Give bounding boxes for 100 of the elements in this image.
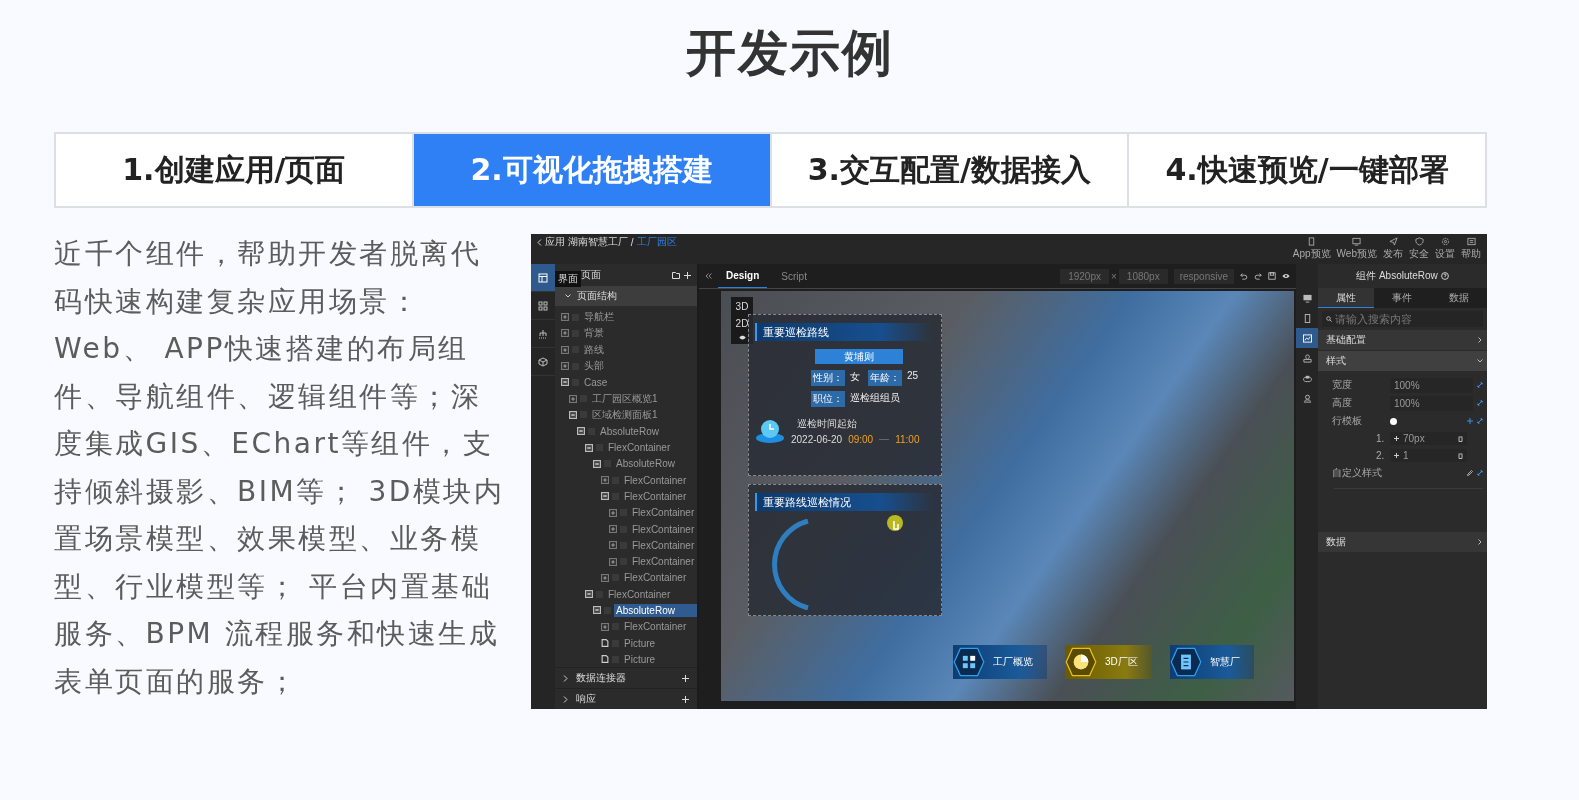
cube-icon bbox=[538, 356, 548, 367]
chevron-right-icon[interactable] bbox=[563, 695, 568, 703]
tree-item[interactable]: 导航栏 bbox=[582, 309, 616, 326]
tree-section-header[interactable]: 页面结构 bbox=[555, 286, 697, 306]
tree-item[interactable]: FlexContainer bbox=[606, 587, 673, 601]
tree-item[interactable]: 区域检测面板1 bbox=[590, 406, 660, 423]
tree-item[interactable]: Case bbox=[582, 375, 610, 389]
breadcrumb-current[interactable]: 工厂园区 bbox=[636, 235, 677, 249]
toolbar-button[interactable]: 发布 bbox=[1383, 237, 1403, 261]
expand-icon[interactable] bbox=[561, 362, 569, 371]
help-icon[interactable] bbox=[1440, 272, 1449, 280]
expand-icon[interactable] bbox=[609, 508, 617, 517]
eye-icon[interactable] bbox=[738, 335, 746, 340]
expand-icon[interactable] bbox=[601, 476, 609, 485]
property-field[interactable]: 100% bbox=[1390, 395, 1473, 411]
orbit-icon bbox=[1302, 373, 1312, 383]
tree-icon bbox=[538, 328, 548, 339]
property-label: 高度 bbox=[1332, 396, 1353, 410]
tree-item[interactable]: 路线 bbox=[582, 341, 606, 358]
expand-icon[interactable] bbox=[609, 525, 617, 533]
chevron-right-icon[interactable] bbox=[563, 674, 568, 682]
nav-button[interactable]: 3D厂区 bbox=[1065, 645, 1152, 679]
inspector-tab[interactable]: 数据 bbox=[1430, 288, 1487, 308]
collapse-icon[interactable] bbox=[577, 427, 585, 436]
section-title[interactable]: 响应 bbox=[576, 692, 682, 706]
tree-item[interactable]: 背景 bbox=[582, 325, 606, 342]
template-row-field[interactable]: 1 bbox=[1390, 449, 1467, 462]
toolbar-button[interactable]: 安全 bbox=[1409, 237, 1429, 261]
collapse-icon[interactable] bbox=[601, 492, 609, 501]
chart-view-button[interactable] bbox=[1296, 328, 1318, 348]
back-icon[interactable] bbox=[537, 238, 542, 246]
tree-item[interactable]: AbsoluteRow bbox=[614, 604, 697, 617]
section-header[interactable]: 基础配置 bbox=[1318, 330, 1487, 350]
tree-item[interactable]: FlexContainer bbox=[622, 620, 689, 634]
tree-item[interactable]: 工厂园区概览1 bbox=[590, 390, 660, 407]
mode-dropdown[interactable]: responsive bbox=[1173, 268, 1234, 284]
expand-icon[interactable] bbox=[561, 313, 569, 322]
height-field[interactable]: 1080px bbox=[1118, 268, 1168, 284]
undo-icon[interactable] bbox=[1240, 272, 1248, 280]
template-row-field[interactable]: 70px bbox=[1390, 432, 1467, 445]
tree-item[interactable]: FlexContainer bbox=[622, 571, 689, 585]
step-tab[interactable]: 4.快速预览/一键部署 bbox=[1127, 134, 1485, 206]
collapse-icon[interactable] bbox=[561, 378, 569, 387]
expand-icon[interactable] bbox=[569, 394, 577, 403]
redo-icon[interactable] bbox=[1254, 272, 1262, 280]
width-field[interactable]: 1920px bbox=[1060, 268, 1109, 284]
collapse-left-icon[interactable] bbox=[705, 273, 712, 279]
tree-item[interactable]: FlexContainer bbox=[630, 538, 697, 552]
folder-icon[interactable] bbox=[672, 271, 680, 279]
step-tab[interactable]: 3.交互配置/数据接入 bbox=[769, 134, 1128, 206]
tree-item[interactable]: FlexContainer bbox=[622, 489, 689, 503]
section-header[interactable]: 数据 bbox=[1318, 532, 1487, 552]
panel-title: 页面 bbox=[581, 268, 601, 282]
collapse-icon[interactable] bbox=[593, 606, 601, 615]
collapse-icon[interactable] bbox=[585, 443, 593, 452]
view-mode-button[interactable]: 2D bbox=[735, 318, 749, 329]
tree-item[interactable]: FlexContainer bbox=[630, 522, 697, 536]
step-tab[interactable]: 2.可视化拖拽搭建 bbox=[411, 134, 770, 206]
collapse-icon[interactable] bbox=[585, 590, 593, 599]
pencil-icon[interactable] bbox=[1467, 470, 1473, 476]
expand-icon[interactable] bbox=[561, 329, 569, 338]
property-field[interactable]: 100% bbox=[1390, 377, 1473, 393]
tree-item[interactable]: AbsoluteRow bbox=[598, 424, 661, 438]
step-tab[interactable]: 1.创建应用/页面 bbox=[56, 134, 412, 206]
tree-item[interactable]: FlexContainer bbox=[606, 441, 673, 454]
tree-item[interactable]: 头部 bbox=[582, 358, 606, 375]
expand-icon[interactable] bbox=[601, 573, 609, 582]
section-header[interactable]: 样式 bbox=[1318, 351, 1487, 371]
nav-button[interactable]: 智慧厂 bbox=[1169, 645, 1254, 679]
toolbar-button[interactable]: 帮助 bbox=[1461, 237, 1481, 261]
toolbar-button[interactable]: Web预览 bbox=[1336, 237, 1377, 261]
expand-icon[interactable] bbox=[609, 557, 617, 566]
tree-item[interactable]: Picture bbox=[622, 652, 658, 666]
toolbar-button[interactable]: App预览 bbox=[1292, 237, 1331, 261]
link-icon[interactable] bbox=[1477, 382, 1483, 388]
inspector-tab[interactable]: 事件 bbox=[1374, 288, 1431, 308]
expand-icon[interactable] bbox=[561, 345, 569, 354]
nav-button[interactable]: 工厂概览 bbox=[953, 645, 1047, 679]
tree-item[interactable]: AbsoluteRow bbox=[614, 457, 677, 471]
view-mode-button[interactable]: 3D bbox=[735, 301, 749, 312]
link-icon[interactable] bbox=[1477, 470, 1483, 476]
toolbar-button[interactable]: 设置 bbox=[1435, 237, 1455, 261]
link-icon[interactable] bbox=[1477, 400, 1483, 406]
tree-item[interactable]: FlexContainer bbox=[622, 473, 689, 487]
collapse-icon[interactable] bbox=[569, 410, 577, 419]
editor-tab[interactable]: Design bbox=[718, 264, 768, 288]
expand-icon[interactable] bbox=[601, 622, 609, 631]
section-title[interactable]: 数据连接器 bbox=[576, 671, 682, 685]
tree-item[interactable]: FlexContainer bbox=[630, 506, 697, 520]
save-icon[interactable] bbox=[1268, 272, 1276, 280]
breadcrumb-link[interactable]: 应用 湖南智慧工厂 bbox=[545, 235, 628, 249]
property-label: 行模板 bbox=[1332, 414, 1363, 428]
tree-item[interactable]: Picture bbox=[622, 636, 658, 650]
expand-icon[interactable] bbox=[609, 541, 617, 550]
preview-eye-icon[interactable] bbox=[1282, 272, 1290, 280]
link-icon[interactable] bbox=[1477, 418, 1483, 424]
editor-tab[interactable]: Script bbox=[773, 264, 815, 288]
tree-item[interactable]: FlexContainer bbox=[630, 555, 697, 569]
collapse-icon[interactable] bbox=[593, 459, 601, 468]
inspector-tab[interactable]: 属性 bbox=[1318, 288, 1375, 308]
